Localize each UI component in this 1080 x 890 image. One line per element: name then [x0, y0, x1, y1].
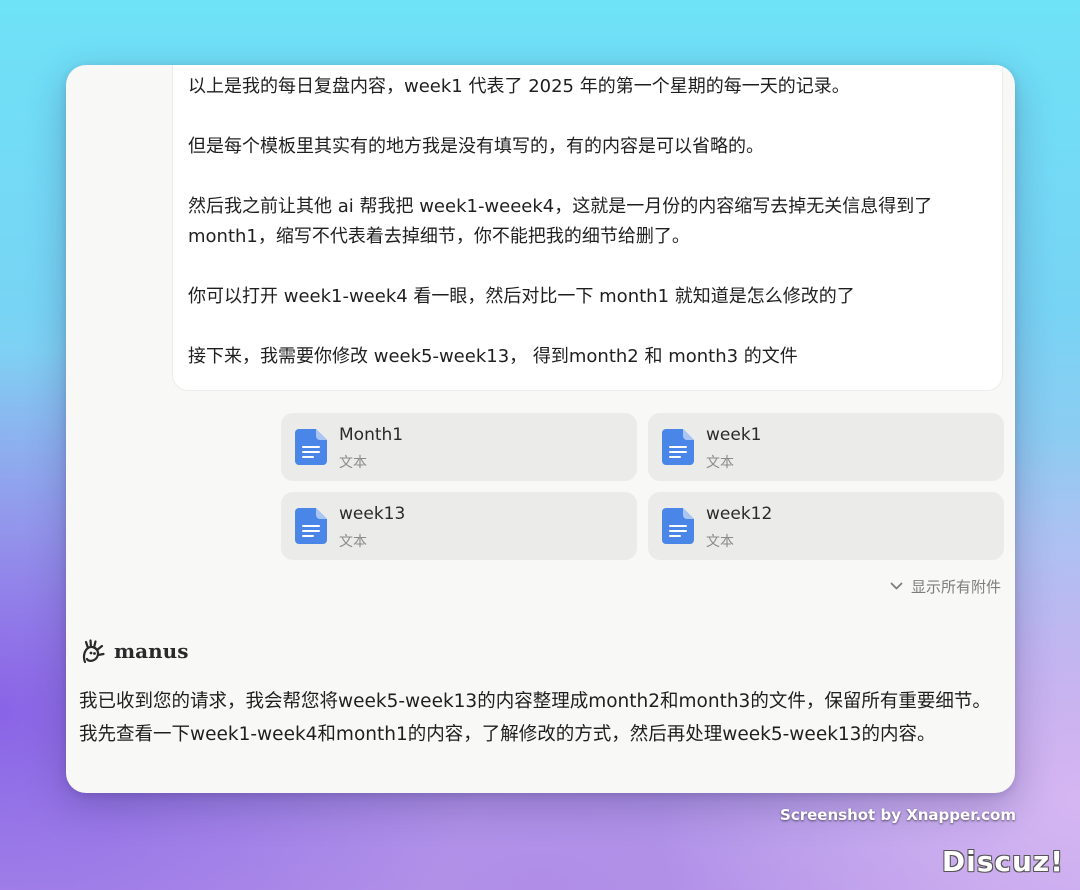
document-icon: [295, 429, 327, 465]
attachment-card-month1[interactable]: Month1 文本: [281, 413, 637, 481]
user-message-paragraph: 但是每个模板里其实有的地方我是没有填写的，有的内容是可以省略的。: [188, 136, 764, 157]
show-all-attachments-button[interactable]: 显示所有附件: [890, 576, 1001, 597]
attachment-name: week1: [706, 425, 762, 445]
attachment-type: 文本: [339, 455, 367, 471]
document-icon: [662, 429, 694, 465]
user-message-bubble: 以上是我的每日复盘内容，week1 代表了 2025 年的第一个星期的每一天的记…: [172, 65, 1003, 391]
document-icon: [662, 508, 694, 544]
attachment-list: Month1 文本 week1 文本 week13 文本 week12 文本: [281, 413, 1004, 560]
attachment-name: week13: [339, 504, 406, 524]
show-all-label: 显示所有附件: [910, 578, 1001, 596]
attachment-name: Month1: [339, 425, 404, 445]
attachment-name: week12: [706, 504, 773, 524]
screenshot-watermark: Screenshot by Xnapper.com: [780, 806, 1016, 824]
chevron-down-icon: [890, 582, 903, 590]
user-message-paragraph: 然后我之前让其他 ai 帮我把 week1-weeek4，这就是一月份的内容缩写…: [188, 196, 933, 247]
user-message-paragraph: 以上是我的每日复盘内容，week1 代表了 2025 年的第一个星期的每一天的记…: [188, 76, 850, 97]
attachment-card-week13[interactable]: week13 文本: [281, 492, 637, 560]
attachment-type: 文本: [339, 534, 367, 550]
chat-window: 以上是我的每日复盘内容，week1 代表了 2025 年的第一个星期的每一天的记…: [66, 65, 1015, 793]
attachment-card-week12[interactable]: week12 文本: [648, 492, 1004, 560]
attachment-type: 文本: [706, 534, 734, 550]
user-message-paragraph: 接下来，我需要你修改 week5-week13， 得到month2 和 mont…: [188, 346, 798, 367]
user-message-paragraph: 你可以打开 week1-week4 看一眼，然后对比一下 month1 就知道是…: [188, 286, 855, 307]
document-icon: [295, 508, 327, 544]
attachment-type: 文本: [706, 455, 734, 471]
agent-header: manus: [80, 637, 188, 665]
agent-name: manus: [114, 639, 189, 663]
manus-logo-icon: [82, 639, 105, 664]
agent-reply-text: 我已收到您的请求，我会帮您将week5-week13的内容整理成month2和m…: [79, 691, 991, 745]
site-watermark: Discuz!: [941, 845, 1064, 878]
attachment-card-week1[interactable]: week1 文本: [648, 413, 1004, 481]
